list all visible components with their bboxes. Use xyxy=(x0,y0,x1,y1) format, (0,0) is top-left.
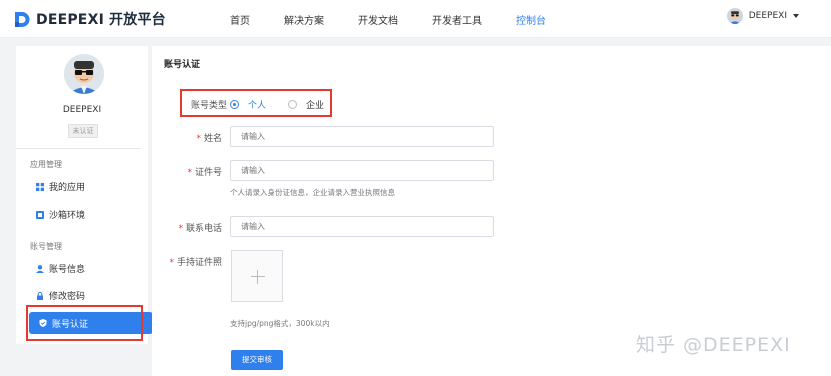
required-mark: * xyxy=(196,134,201,144)
phone-input[interactable] xyxy=(230,216,494,237)
nav-dev-tools[interactable]: 开发者工具 xyxy=(432,12,482,27)
name-input[interactable] xyxy=(230,126,494,147)
plus-icon-vertical xyxy=(257,270,258,284)
name-label: * 姓名 xyxy=(196,134,222,144)
sidebar-item-change-password[interactable]: 修改密码 xyxy=(36,289,85,302)
radio-personal-label[interactable]: 个人 xyxy=(248,98,266,111)
phone-label: * 联系电话 xyxy=(178,224,222,234)
divider xyxy=(16,148,140,149)
top-header: DEEPEXI 开放平台 首页 解决方案 开发文档 开发者工具 控制台 DEEP… xyxy=(0,0,831,38)
sandbox-icon xyxy=(36,210,44,219)
header-username: DEEPEXI xyxy=(748,11,787,21)
user-icon xyxy=(36,264,44,273)
radio-enterprise-label[interactable]: 企业 xyxy=(306,98,324,111)
submit-review-button[interactable]: 提交审核 xyxy=(231,350,283,370)
main-panel: 账号认证 账号类型 个人 企业 *姓名 *证件号 个人请录入身份证信息，企业请录… xyxy=(152,46,831,376)
id-number-input[interactable] xyxy=(230,160,494,181)
nav-solutions[interactable]: 解决方案 xyxy=(284,12,324,27)
profile-avatar xyxy=(64,54,104,94)
required-mark: * xyxy=(187,168,192,178)
page-title: 账号认证 xyxy=(164,60,201,70)
account-type-label: 账号类型 xyxy=(190,101,227,111)
brand-name: DEEPEXI 开放平台 xyxy=(36,12,166,28)
radio-personal[interactable] xyxy=(230,100,239,109)
required-mark: * xyxy=(169,258,174,268)
group-label-app-management: 应用管理 xyxy=(30,160,62,169)
sidebar-item-label: 沙箱环境 xyxy=(49,211,86,221)
nav-home[interactable]: 首页 xyxy=(230,12,250,27)
profile-name: DEEPEXI xyxy=(62,105,102,115)
deepexi-logo-icon xyxy=(14,11,30,28)
sidebar-item-label: 修改密码 xyxy=(49,292,86,302)
photo-hint: 支持jpg/png格式，300k以内 xyxy=(230,319,330,328)
sidebar-item-account-info[interactable]: 账号信息 xyxy=(36,262,85,275)
photo-upload-box[interactable] xyxy=(231,250,283,302)
radio-enterprise[interactable] xyxy=(288,100,298,109)
sidebar-item-label: 我的应用 xyxy=(49,183,86,193)
grid-icon xyxy=(36,182,44,191)
main-nav: 首页 解决方案 开发文档 开发者工具 控制台 xyxy=(230,0,580,38)
nav-docs[interactable]: 开发文档 xyxy=(358,12,398,27)
sidebar-item-label: 账号信息 xyxy=(49,265,86,275)
sidebar: DEEPEXI 未认证 应用管理 我的应用 沙箱环境 账号管理 账号信息 修改密… xyxy=(16,46,153,344)
id-number-hint: 个人请录入身份证信息，企业请录入营业执照信息 xyxy=(230,188,395,197)
id-number-label: * 证件号 xyxy=(187,168,222,178)
user-avatar xyxy=(726,8,743,24)
required-mark: * xyxy=(178,224,183,234)
brand-logo[interactable]: DEEPEXI 开放平台 xyxy=(14,9,166,29)
user-menu[interactable]: DEEPEXI xyxy=(726,8,799,24)
lock-icon xyxy=(36,291,44,300)
plus-icon xyxy=(251,276,265,277)
chevron-down-icon[interactable] xyxy=(793,14,799,18)
photo-label: * 手持证件照 xyxy=(169,258,222,268)
group-label-account-management: 账号管理 xyxy=(30,242,62,251)
sidebar-item-account-verification[interactable]: 账号认证 xyxy=(29,312,153,334)
verification-status-badge: 未认证 xyxy=(68,124,98,138)
nav-console[interactable]: 控制台 xyxy=(516,12,546,27)
sidebar-item-label: 账号认证 xyxy=(52,319,89,330)
sidebar-item-sandbox[interactable]: 沙箱环境 xyxy=(36,208,85,221)
shield-icon xyxy=(39,319,47,327)
watermark: 知乎 @DEEPEXI xyxy=(636,334,791,356)
sidebar-item-my-apps[interactable]: 我的应用 xyxy=(36,180,85,193)
account-type-radio-group: 个人 企业 xyxy=(230,98,346,111)
